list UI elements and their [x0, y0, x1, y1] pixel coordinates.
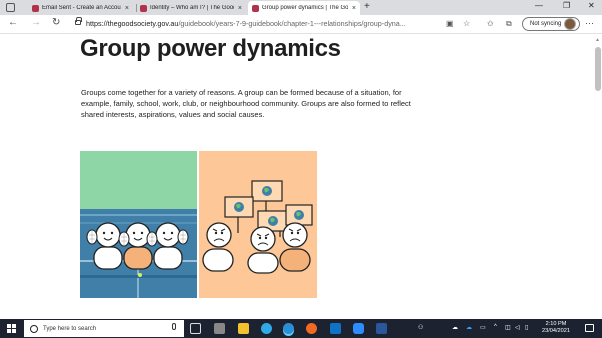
tab-label: Email Sent - Create an Account | T	[42, 5, 121, 11]
calculator-icon[interactable]	[214, 323, 225, 334]
cloud-icon[interactable]: ☁	[452, 324, 458, 331]
forward-button[interactable]: →	[31, 17, 41, 28]
reader-view-icon[interactable]: ▣	[446, 19, 454, 28]
tab-label: Identity – Who am I? | The Good	[150, 5, 234, 11]
add-favorite-icon[interactable]: ☆	[463, 19, 470, 28]
tab-email-sent[interactable]: Email Sent - Create an Account | T ×	[28, 1, 133, 15]
lock-icon[interactable]	[75, 17, 82, 25]
site-favicon-icon	[140, 4, 147, 12]
close-window-button[interactable]: ✕	[588, 1, 595, 10]
favorites-icon[interactable]: ✩	[487, 19, 494, 28]
address-bar[interactable]: https://thegoodsociety.gov.au/guidebook/…	[86, 19, 432, 28]
search-icon	[30, 324, 38, 333]
tab-identity[interactable]: Identity – Who am I? | The Good ×	[136, 1, 246, 15]
site-favicon-icon	[32, 4, 39, 12]
refresh-button[interactable]: ↻	[52, 17, 60, 28]
notification-center-icon[interactable]	[585, 324, 594, 332]
taskbar-search-box[interactable]: Type here to search	[24, 320, 184, 337]
firefox-icon[interactable]	[306, 323, 317, 334]
group-illustration	[80, 151, 317, 298]
clock-date: 23/04/2021	[542, 328, 570, 334]
new-tab-button[interactable]: +	[364, 1, 370, 12]
clock-time: 2:10 PM	[545, 321, 567, 327]
microphone-icon[interactable]	[172, 323, 176, 330]
page-content: ▲ Group power dynamics Groups come toget…	[0, 35, 602, 319]
collections-icon[interactable]: ⧉	[506, 19, 512, 29]
taskbar-clock[interactable]: 2:10 PM 23/04/2021	[536, 321, 576, 335]
url-path: /guidebook/years-7-9-guidebook/chapter-1…	[178, 19, 406, 28]
onedrive-icon[interactable]: ☁	[466, 324, 472, 331]
zoom-icon[interactable]	[353, 323, 364, 334]
scroll-up-arrow-icon[interactable]: ▲	[595, 37, 600, 43]
close-tab-icon[interactable]: ×	[125, 5, 129, 12]
minimize-button[interactable]: —	[535, 1, 543, 10]
sync-label: Not syncing	[530, 21, 562, 27]
profile-avatar[interactable]	[564, 18, 576, 30]
page-title: Group power dynamics	[80, 35, 341, 62]
battery-icon[interactable]: ▯	[525, 324, 528, 331]
windows-start-icon[interactable]	[7, 324, 16, 333]
network-icon[interactable]: ◫	[505, 324, 511, 331]
chevron-up-icon[interactable]: ^	[494, 324, 497, 330]
task-view-icon[interactable]	[190, 323, 201, 334]
tennis-team-panel	[80, 151, 197, 298]
volume-icon[interactable]: ◁	[515, 324, 520, 331]
tab-actions-icon[interactable]	[6, 3, 15, 12]
protest-group-panel	[199, 151, 317, 298]
menu-dots-icon[interactable]: ···	[585, 18, 594, 28]
word-icon[interactable]	[376, 323, 387, 334]
file-explorer-icon[interactable]	[238, 323, 249, 334]
url-host: https://thegoodsociety.gov.au	[86, 19, 179, 28]
outlook-icon[interactable]	[330, 323, 341, 334]
site-favicon-icon	[252, 4, 259, 12]
edge-browser-icon[interactable]	[283, 323, 294, 334]
back-button[interactable]: ←	[8, 17, 18, 28]
close-tab-icon[interactable]: ×	[238, 5, 242, 12]
scrollbar-thumb[interactable]	[595, 47, 601, 91]
close-tab-icon[interactable]: ×	[352, 5, 356, 12]
search-placeholder: Type here to search	[43, 325, 97, 332]
tab-label: Group power dynamics | The Go	[262, 5, 348, 11]
display-icon[interactable]: ▭	[480, 324, 486, 331]
tab-strip: Email Sent - Create an Account | T × Ide…	[0, 0, 602, 15]
intro-paragraph: Groups come together for a variety of re…	[81, 88, 411, 119]
address-toolbar: ← → ↻ https://thegoodsociety.gov.au/guid…	[0, 15, 602, 34]
restore-button[interactable]: ❐	[563, 1, 570, 10]
tab-group-power-dynamics[interactable]: Group power dynamics | The Go ×	[248, 1, 360, 15]
skype-icon[interactable]	[261, 323, 272, 334]
people-icon[interactable]: ⚇	[418, 324, 423, 331]
windows-taskbar: Type here to search ⚇ ☁ ☁ ▭ ^ ◫ ◁ ▯ 2:10…	[0, 319, 602, 338]
